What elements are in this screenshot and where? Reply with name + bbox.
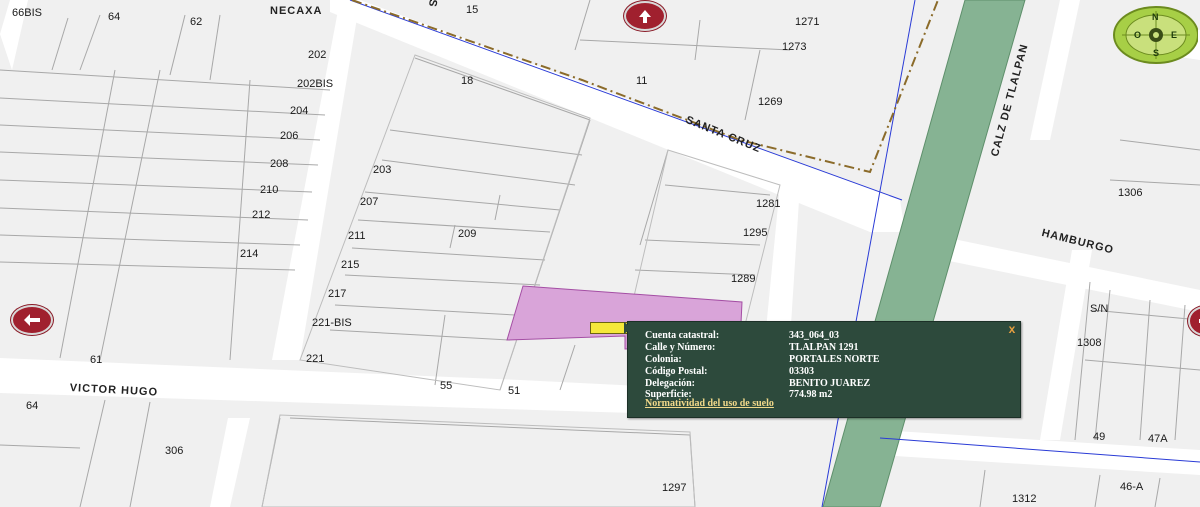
lot-number: 306 xyxy=(165,445,184,457)
popup-row-value: TLALPAN 1291 xyxy=(789,342,859,353)
lot-number: 211 xyxy=(348,230,366,242)
popup-row-label: Código Postal: xyxy=(645,366,708,377)
popup-row-cp: Código Postal: 03303 xyxy=(645,366,814,377)
compass-east[interactable]: E xyxy=(1171,31,1177,40)
popup-row-label: Colonia: xyxy=(645,354,682,365)
lot-number: 203 xyxy=(373,164,392,176)
lot-number: 1271 xyxy=(795,16,820,28)
lot-number: 202BIS xyxy=(297,78,334,90)
lot-number: 217 xyxy=(328,288,347,300)
street-necaxa: NECAXA xyxy=(270,5,323,17)
lot-number: 221 xyxy=(306,353,325,365)
popup-row-value: BENITO JUAREZ xyxy=(789,378,871,389)
lot-number: 212 xyxy=(252,209,271,221)
lot-number: 15 xyxy=(466,4,479,16)
lot-number: 64 xyxy=(108,11,121,23)
lot-number: 51 xyxy=(508,385,521,397)
popup-row-label: Calle y Número: xyxy=(645,342,716,353)
lot-number: 1295 xyxy=(743,227,768,239)
pan-north-button[interactable] xyxy=(624,1,666,31)
lot-number: 1273 xyxy=(782,41,807,53)
lot-number: 1297 xyxy=(662,482,687,494)
lot-number: 62 xyxy=(190,16,203,28)
normatividad-link[interactable]: Normatividad del uso de suelo xyxy=(645,399,774,409)
arrow-left-icon xyxy=(24,314,40,326)
lot-number: 214 xyxy=(240,248,259,260)
pan-west-button[interactable] xyxy=(11,305,53,335)
lot-number: 1269 xyxy=(758,96,783,108)
compass-rose-icon xyxy=(1113,6,1199,64)
popup-pointer xyxy=(590,322,628,334)
lot-number: 46-A xyxy=(1120,481,1144,493)
lot-number: 210 xyxy=(260,184,279,196)
lot-number: S/N xyxy=(1090,303,1109,315)
lot-number: 209 xyxy=(458,228,477,240)
popup-row-value: 03303 xyxy=(789,366,814,377)
popup-row-colonia: Colonia: PORTALES NORTE xyxy=(645,354,880,365)
lot-number: 204 xyxy=(290,105,309,117)
lot-number: 208 xyxy=(270,158,289,170)
lot-number: 1306 xyxy=(1118,187,1143,199)
popup-row-label: Delegación: xyxy=(645,378,695,389)
compass-north[interactable]: N xyxy=(1152,13,1159,22)
popup-pointer-tip xyxy=(624,322,632,334)
lot-number: 207 xyxy=(360,196,379,208)
lot-number: 202 xyxy=(308,49,327,61)
lot-number: 64 xyxy=(26,400,39,412)
lot-number: 215 xyxy=(341,259,360,271)
lot-number: 206 xyxy=(280,130,299,142)
lot-number: 66BIS xyxy=(12,7,42,19)
map-view[interactable]: NECAXA S SANTA CRUZ CALZ DE TLALPAN HAMB… xyxy=(0,0,1200,507)
popup-row-label: Cuenta catastral: xyxy=(645,330,720,341)
lot-number: 1281 xyxy=(756,198,781,210)
popup-row-calle: Calle y Número: TLALPAN 1291 xyxy=(645,342,859,353)
arrow-up-icon xyxy=(639,10,651,23)
popup-row-value: PORTALES NORTE xyxy=(789,354,880,365)
lot-number: 1312 xyxy=(1012,493,1037,505)
popup-row-value: 774.98 m2 xyxy=(789,389,833,400)
close-icon[interactable]: x xyxy=(1006,323,1018,335)
lot-number: 49 xyxy=(1093,431,1106,443)
lot-number: 47A xyxy=(1148,433,1168,445)
lot-number: 1289 xyxy=(731,273,756,285)
lot-number: 1308 xyxy=(1077,337,1102,349)
compass-control[interactable]: N S O E xyxy=(1094,4,1199,66)
lot-number: 55 xyxy=(440,380,453,392)
lot-number: 18 xyxy=(461,75,474,87)
popup-row-delegacion: Delegación: BENITO JUAREZ xyxy=(645,378,870,389)
parcel-info-popup: x Cuenta catastral: 343_064_03 Calle y N… xyxy=(627,321,1021,418)
lot-number: 221-BIS xyxy=(312,317,352,329)
popup-row-cuenta: Cuenta catastral: 343_064_03 xyxy=(645,330,839,341)
compass-south[interactable]: S xyxy=(1153,49,1159,58)
popup-row-value: 343_064_03 xyxy=(789,330,839,341)
lot-number: 11 xyxy=(636,75,648,87)
compass-west[interactable]: O xyxy=(1134,31,1141,40)
lot-number: 61 xyxy=(90,354,103,366)
